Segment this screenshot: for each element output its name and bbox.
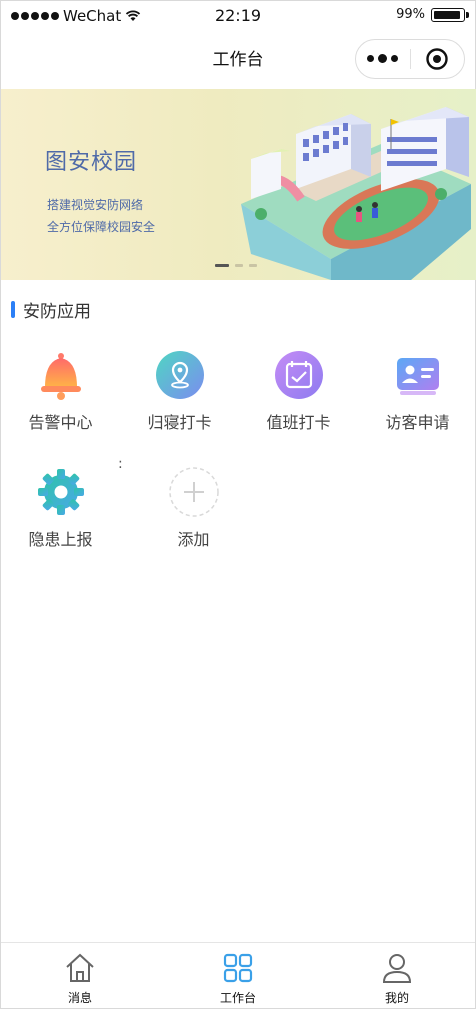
id-card-icon: [396, 358, 439, 395]
grid-icon: [223, 953, 253, 983]
close-miniprogram-button[interactable]: [410, 47, 464, 71]
status-right: 99%: [396, 7, 469, 22]
app-label: 隐患上报: [28, 530, 93, 549]
banner-subtitle-line1: 搭建视觉安防网络: [47, 198, 144, 212]
app-add[interactable]: 添加: [134, 458, 253, 568]
miniprogram-capsule: [355, 39, 465, 79]
add-icon: [168, 467, 219, 517]
user-icon: [382, 954, 412, 983]
carousel-dot[interactable]: [235, 264, 243, 267]
section-title: 安防应用: [23, 302, 91, 322]
banner-carousel[interactable]: 图安校园 搭建视觉安防网络 全方位保障校园安全: [1, 89, 476, 280]
carousel-indicators: [215, 264, 257, 267]
section-accent-bar: [11, 301, 15, 318]
tab-label: 我的: [384, 991, 409, 1005]
target-circle-icon: [426, 48, 448, 70]
section-header: 安防应用: [11, 297, 91, 322]
nav-bar: 工作台: [1, 31, 475, 87]
phone-screen: WeChat 22:19 99% 工作台 图安校园 搭建视觉安防网络 全方位保障…: [0, 0, 476, 1009]
app-label: 归寝打卡: [147, 413, 212, 432]
bell-icon: [40, 353, 81, 400]
carousel-dot[interactable]: [249, 264, 257, 267]
app-alarm-center[interactable]: 告警中心: [1, 341, 120, 451]
banner-title: 图安校园: [45, 150, 138, 175]
location-pin-icon: [155, 351, 204, 399]
gear-icon: [37, 469, 84, 515]
stray-text: :: [118, 456, 123, 472]
app-duty-checkin[interactable]: 值班打卡: [239, 341, 358, 451]
bottom-tab-bar: 消息 工作台 我的: [1, 942, 475, 1008]
tab-label: 工作台: [219, 991, 256, 1005]
app-label: 告警中心: [28, 413, 93, 432]
more-dots-icon: [367, 55, 375, 62]
app-label: 添加: [177, 530, 210, 549]
app-dorm-checkin[interactable]: 归寝打卡: [120, 341, 239, 451]
app-label: 值班打卡: [266, 413, 331, 432]
home-icon: [66, 953, 94, 982]
tab-profile[interactable]: 我的: [318, 943, 476, 1009]
carousel-dot[interactable]: [215, 264, 229, 267]
campus-illustration: [241, 107, 471, 280]
battery-percent: 99%: [396, 7, 425, 22]
tab-workbench[interactable]: 工作台: [159, 943, 317, 1009]
calendar-check-icon: [274, 351, 323, 399]
battery-icon: [431, 7, 469, 22]
more-options-button[interactable]: [356, 54, 410, 63]
app-visitor-request[interactable]: 访客申请: [358, 341, 476, 451]
tab-messages[interactable]: 消息: [1, 943, 159, 1009]
app-label: 访客申请: [385, 413, 450, 432]
status-bar: WeChat 22:19 99%: [1, 1, 475, 31]
tab-label: 消息: [67, 991, 92, 1005]
app-hazard-report[interactable]: 隐患上报: [1, 458, 120, 568]
banner-subtitle-line2: 全方位保障校园安全: [47, 220, 156, 234]
